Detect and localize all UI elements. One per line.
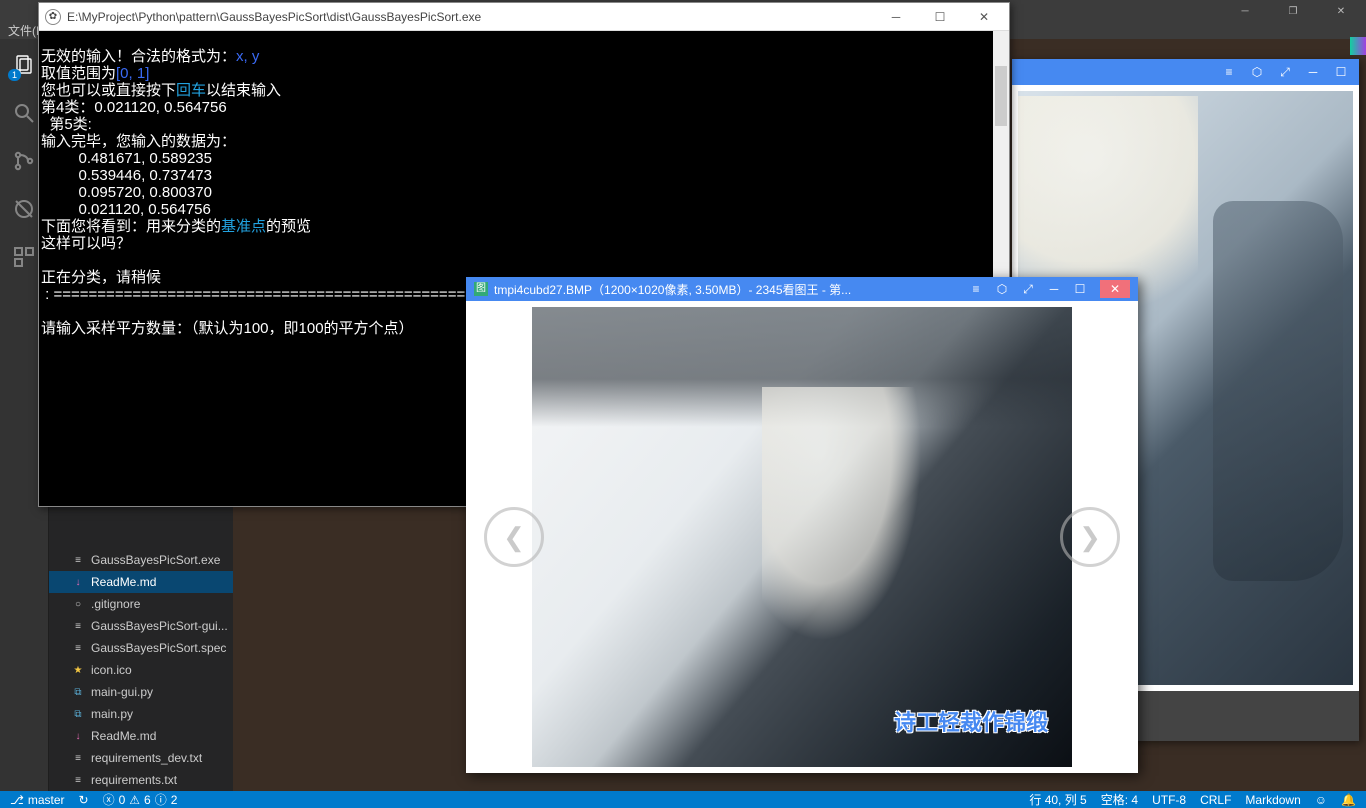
error-icon: ⓧ <box>103 791 115 808</box>
image-shape <box>762 387 962 717</box>
console-titlebar[interactable]: ✿ E:\MyProject\Python\pattern\GaussBayes… <box>39 3 1009 31</box>
file-row[interactable]: ○ .gitignore <box>49 593 233 615</box>
file-name: GaussBayesPicSort.exe <box>91 553 220 567</box>
sync-icon: ↻ <box>79 793 89 807</box>
file-row[interactable]: ≡ requirements_dev.txt <box>49 747 233 769</box>
file-icon: ≡ <box>71 553 85 567</box>
sync-indicator[interactable]: ↻ <box>79 793 89 807</box>
file-row[interactable]: ↓ ReadMe.md <box>49 725 233 747</box>
explorer-badge: 1 <box>8 69 21 81</box>
git-branch-indicator[interactable]: ⎇master <box>10 793 65 807</box>
file-icon: ★ <box>71 663 85 677</box>
app-icon: ✿ <box>45 9 61 25</box>
file-name: main-gui.py <box>91 685 153 699</box>
indent-indicator[interactable]: 空格: 4 <box>1101 791 1138 808</box>
explorer-icon[interactable]: 1 <box>10 51 38 79</box>
search-icon[interactable] <box>10 99 38 127</box>
fullscreen-icon[interactable]: ⤢ <box>1275 62 1295 82</box>
file-icon: ≡ <box>71 751 85 765</box>
file-icon: ↓ <box>71 729 85 743</box>
file-name: .gitignore <box>91 597 140 611</box>
file-row[interactable]: ≡ requirements.txt <box>49 769 233 791</box>
cursor-position[interactable]: 行 40, 列 5 <box>1029 791 1086 808</box>
pin-icon[interactable]: ⬡ <box>992 279 1012 299</box>
file-name: requirements_dev.txt <box>91 751 202 765</box>
warning-icon: ⚠ <box>129 793 140 807</box>
vscode-maximize-button[interactable]: ❐ <box>1270 0 1316 22</box>
music-lyric-overlay-2: 诗工轻裁作锦缎 <box>894 705 1048 737</box>
fullscreen-icon[interactable]: ⤢ <box>1018 279 1038 299</box>
image-figure-shape <box>1213 201 1343 581</box>
file-name: main.py <box>91 707 133 721</box>
source-control-icon[interactable] <box>10 147 38 175</box>
image-viewer-2-image[interactable] <box>532 307 1072 767</box>
app-title-icon: 图 <box>474 282 488 296</box>
file-name: ReadMe.md <box>91 729 156 743</box>
maximize-icon[interactable]: ☐ <box>1070 279 1090 299</box>
next-image-button[interactable]: ❯ <box>1060 507 1120 567</box>
info-icon: ⓘ <box>155 791 167 808</box>
file-icon: ⧉ <box>71 685 85 699</box>
file-row[interactable]: ≡ GaussBayesPicSort-gui... <box>49 615 233 637</box>
file-icon: ≡ <box>71 619 85 633</box>
close-button[interactable]: ✕ <box>1100 280 1130 298</box>
file-row[interactable]: ★ icon.ico <box>49 659 233 681</box>
encoding-indicator[interactable]: UTF-8 <box>1152 793 1186 807</box>
pin-icon[interactable]: ⬡ <box>1247 62 1267 82</box>
file-icon: ≡ <box>71 641 85 655</box>
file-icon: ↓ <box>71 575 85 589</box>
file-icon: ⧉ <box>71 707 85 721</box>
status-bar: ⎇master ↻ ⓧ0 ⚠6 ⓘ2 行 40, 列 5 空格: 4 UTF-8… <box>0 791 1366 808</box>
menu-icon[interactable]: ≡ <box>966 279 986 299</box>
scrollbar-thumb[interactable] <box>995 66 1007 126</box>
minimize-icon[interactable]: ─ <box>1303 62 1323 82</box>
console-minimize-button[interactable]: ─ <box>877 6 915 28</box>
file-name: icon.ico <box>91 663 132 677</box>
console-maximize-button[interactable]: ☐ <box>921 6 959 28</box>
image-viewer-1-titlebar[interactable]: ≡ ⬡ ⤢ ─ ☐ <box>1012 59 1359 85</box>
image-viewer-2-title: tmpi4cubd27.BMP（1200×1020像素, 3.50MB）- 23… <box>494 281 960 298</box>
eol-indicator[interactable]: CRLF <box>1200 793 1231 807</box>
file-name: GaussBayesPicSort.spec <box>91 641 226 655</box>
file-row[interactable]: ⧉ main-gui.py <box>49 681 233 703</box>
feedback-icon[interactable]: ☺ <box>1315 793 1327 807</box>
extensions-icon[interactable] <box>10 243 38 271</box>
vscode-close-button[interactable]: ✕ <box>1318 0 1364 22</box>
console-close-button[interactable]: ✕ <box>965 6 1003 28</box>
image-viewer-2-titlebar[interactable]: 图 tmpi4cubd27.BMP（1200×1020像素, 3.50MB）- … <box>466 277 1138 301</box>
console-title-text: E:\MyProject\Python\pattern\GaussBayesPi… <box>67 10 481 24</box>
file-name: ReadMe.md <box>91 575 156 589</box>
maximize-icon[interactable]: ☐ <box>1331 62 1351 82</box>
file-row[interactable]: ≡ GaussBayesPicSort.spec <box>49 637 233 659</box>
vscode-minimize-button[interactable]: ─ <box>1222 0 1268 22</box>
minimize-icon[interactable]: ─ <box>1044 279 1064 299</box>
file-row[interactable]: ↓ ReadMe.md <box>49 571 233 593</box>
language-indicator[interactable]: Markdown <box>1245 793 1300 807</box>
file-name: GaussBayesPicSort-gui... <box>91 619 228 633</box>
file-icon: ≡ <box>71 773 85 787</box>
debug-icon[interactable] <box>10 195 38 223</box>
file-icon: ○ <box>71 597 85 611</box>
notifications-icon[interactable]: 🔔 <box>1341 793 1356 807</box>
file-name: requirements.txt <box>91 773 177 787</box>
file-row[interactable]: ≡ GaussBayesPicSort.exe <box>49 549 233 571</box>
file-row[interactable]: ⧉ main.py <box>49 703 233 725</box>
menu-icon[interactable]: ≡ <box>1219 62 1239 82</box>
problems-indicator[interactable]: ⓧ0 ⚠6 ⓘ2 <box>103 791 178 808</box>
image-viewer-window-2[interactable]: 图 tmpi4cubd27.BMP（1200×1020像素, 3.50MB）- … <box>466 277 1138 773</box>
image-viewer-2-content: ❮ ❯ 诗工轻裁作锦缎 <box>466 301 1138 773</box>
accent-decoration <box>1350 37 1366 55</box>
prev-image-button[interactable]: ❮ <box>484 507 544 567</box>
branch-icon: ⎇ <box>10 793 24 807</box>
